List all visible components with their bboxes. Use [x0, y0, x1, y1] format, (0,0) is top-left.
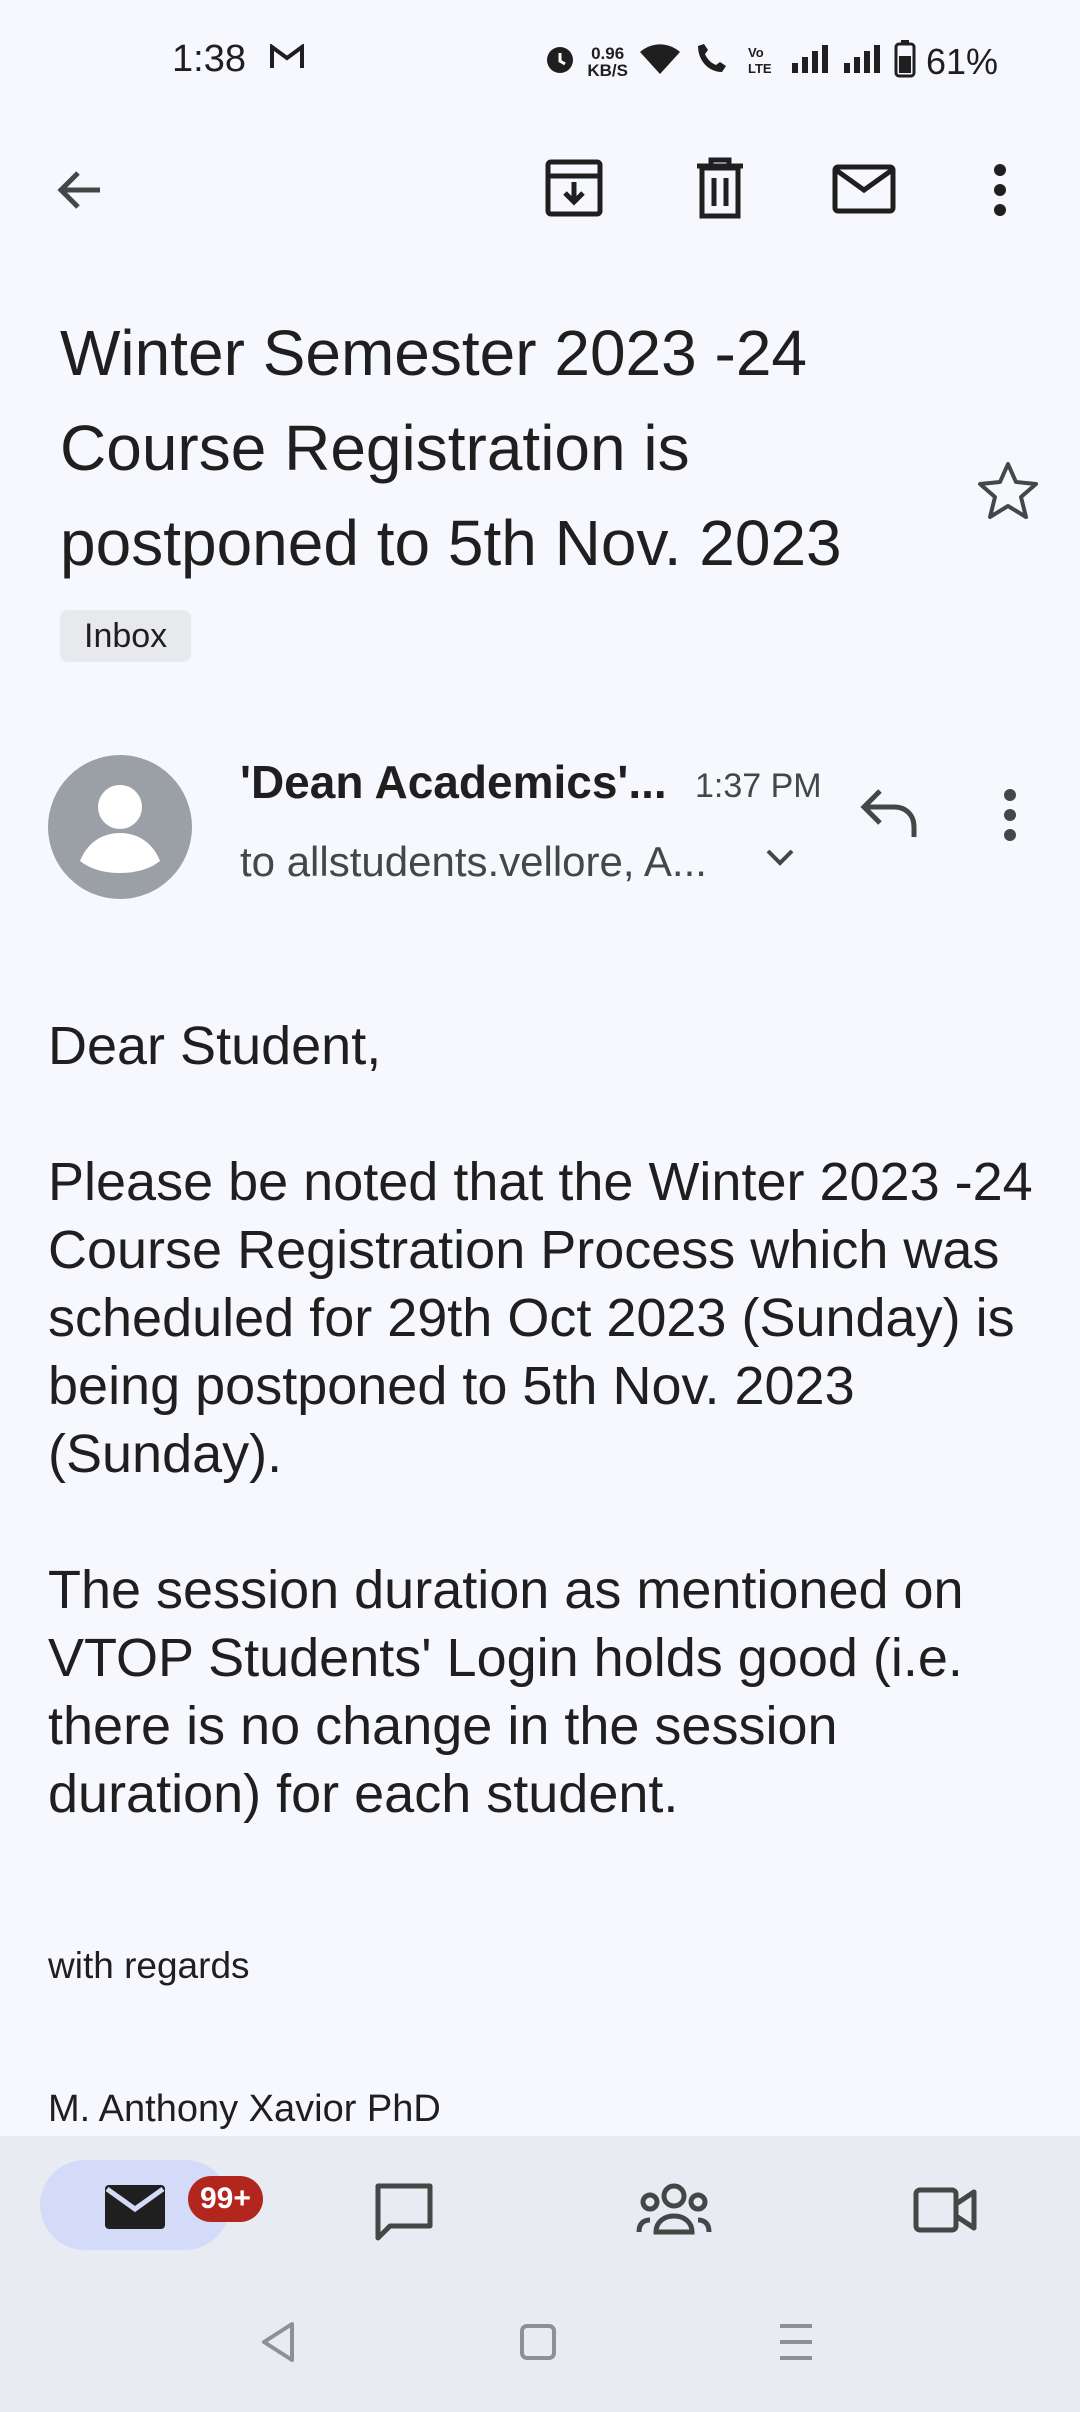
mark-unread-button[interactable]: [832, 164, 896, 214]
status-bar: 1:38 0.96 KB/S Vo LTE 61%: [0, 0, 1080, 125]
volte-icon: Vo LTE: [746, 42, 780, 81]
triangle-back-icon: [262, 2322, 294, 2362]
signature-text: M. Anthony Xavior PhD: [48, 2088, 441, 2130]
svg-text:LTE: LTE: [748, 61, 772, 76]
nav-mail[interactable]: 99+: [40, 2160, 263, 2250]
wifi-calling-icon: [692, 42, 736, 81]
mail-unread-badge: 99+: [188, 2176, 263, 2222]
more-options-button[interactable]: [985, 160, 1015, 220]
status-icons: 0.96 KB/S Vo LTE 61%: [543, 40, 998, 83]
sender-avatar[interactable]: [48, 755, 192, 899]
body-paragraph-notice: Please be noted that the Winter 2023 -24…: [48, 1152, 1033, 1484]
system-back-button[interactable]: [258, 2320, 298, 2369]
system-recents-button[interactable]: [776, 2320, 816, 2369]
menu-recents-icon: [780, 2324, 812, 2360]
chat-icon: [375, 2183, 433, 2241]
mail-icon: [105, 2185, 165, 2229]
person-icon: [80, 785, 160, 873]
email-subject: Winter Semester 2023 -24 Course Registra…: [60, 317, 842, 579]
more-vert-icon: [994, 164, 1006, 216]
delete-button[interactable]: [693, 156, 747, 220]
body-paragraph-session: The session duration as mentioned on VTO…: [48, 1560, 964, 1824]
back-button[interactable]: [50, 160, 110, 220]
net-speed: 0.96 KB/S: [587, 45, 628, 79]
inbox-label-chip[interactable]: Inbox: [60, 610, 192, 662]
alarm-icon: [543, 42, 577, 81]
svg-text:Vo: Vo: [748, 45, 764, 60]
back-arrow-icon: [57, 171, 100, 209]
email-body: Dear Student, Please be noted that the W…: [48, 1012, 1048, 1896]
reply-icon: [860, 789, 917, 837]
action-bar: [0, 140, 1080, 240]
signal-1-icon: [790, 43, 832, 80]
nav-chat[interactable]: [372, 2180, 436, 2249]
wifi-icon: [638, 42, 682, 81]
signal-2-icon: [842, 43, 884, 80]
net-speed-unit: KB/S: [587, 60, 628, 80]
message-more-button[interactable]: [995, 785, 1025, 850]
gmail-notification-icon: [270, 43, 304, 75]
status-time: 1:38: [172, 38, 246, 80]
battery-level: 61%: [925, 40, 998, 82]
nav-spaces[interactable]: [636, 2180, 712, 2245]
star-icon: [978, 462, 1038, 519]
chevron-down-icon: [766, 849, 794, 866]
meet-icon: [913, 2187, 977, 2233]
recipients[interactable]: to allstudents.vellore, A...: [240, 838, 707, 886]
sender-name[interactable]: 'Dean Academics'...: [240, 755, 667, 809]
regards-text: with regards: [48, 1945, 250, 1986]
system-home-button[interactable]: [518, 2320, 558, 2369]
reply-button[interactable]: [858, 785, 920, 846]
square-home-icon: [520, 2324, 556, 2360]
bottom-navigation: 99+: [0, 2136, 1080, 2412]
delete-icon: [697, 157, 743, 219]
expand-details-button[interactable]: [762, 845, 798, 876]
email-time: 1:37 PM: [695, 767, 822, 805]
body-paragraph-greeting: Dear Student,: [48, 1016, 382, 1076]
more-vert-icon: [1004, 789, 1016, 841]
battery-icon: [894, 40, 916, 83]
archive-button[interactable]: [544, 156, 604, 220]
nav-meet[interactable]: [912, 2180, 978, 2245]
star-button[interactable]: [976, 460, 1040, 527]
archive-icon: [545, 159, 603, 217]
mark-unread-icon: [832, 164, 896, 214]
spaces-icon: [636, 2183, 712, 2235]
